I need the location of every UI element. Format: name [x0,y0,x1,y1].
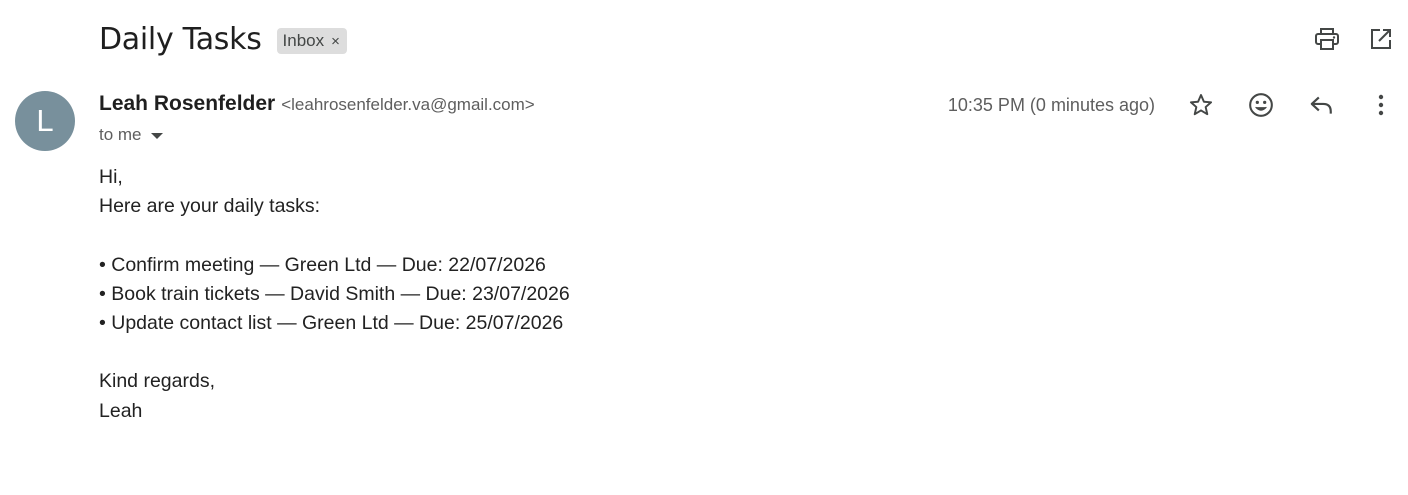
task-item: • Confirm meeting — Green Ltd — Due: 22/… [99,253,546,276]
subject-row: Daily Tasks Inbox × [99,18,347,62]
body-greeting: Hi, [99,166,123,188]
print-icon[interactable] [1314,26,1340,52]
chevron-down-icon[interactable] [150,133,163,139]
thread-actions [1314,26,1394,52]
emoji-reaction-icon[interactable] [1248,92,1274,118]
sender-name[interactable]: Leah Rosenfelder [99,92,275,116]
recipient-details-toggle[interactable]: to me [99,125,163,145]
star-icon[interactable] [1188,92,1214,118]
email-view: Daily Tasks Inbox × L Leah Rosenfelder <… [0,0,1408,495]
task-item: • Update contact list — Green Ltd — Due:… [99,312,564,334]
sender-email: <leahrosenfelder.va@gmail.com> [281,95,535,114]
reply-icon[interactable] [1308,92,1334,118]
task-item: • Book train tickets — David Smith — Due… [99,282,570,305]
body-intro: Here are your daily tasks: [99,195,321,218]
email-body: Hi, Here are your daily tasks: • Confirm… [99,163,570,426]
message-actions [1188,92,1394,118]
body-closing: Kind regards, [99,370,215,393]
body-signature: Leah [99,399,143,422]
more-options-icon[interactable] [1368,92,1394,118]
recipient-label: to me [99,125,142,144]
open-in-new-window-icon[interactable] [1368,26,1394,52]
sender-avatar[interactable]: L [15,91,75,151]
remove-label-button[interactable]: × [331,34,340,49]
sender-line: Leah Rosenfelder <leahrosenfelder.va@gma… [99,92,535,116]
inbox-label-chip[interactable]: Inbox × [276,28,347,54]
label-chip-text: Inbox [282,31,325,50]
email-timestamp: 10:35 PM (0 minutes ago) [947,95,1155,115]
email-subject: Daily Tasks [99,22,262,57]
